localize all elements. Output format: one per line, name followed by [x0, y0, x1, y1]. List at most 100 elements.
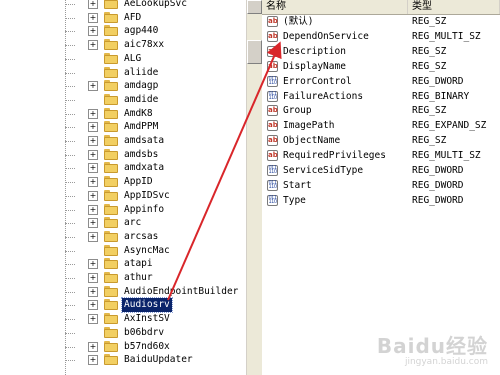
- value-name: RequiredPrivileges: [283, 150, 386, 162]
- folder-icon: [104, 230, 118, 242]
- tree-connector: [65, 264, 75, 266]
- watermark-logo: Baidu经验: [376, 334, 488, 358]
- expand-icon[interactable]: +: [88, 286, 98, 297]
- expand-icon[interactable]: +: [88, 136, 98, 146]
- tree-connector: [65, 168, 75, 170]
- value-name: ObjectName: [283, 135, 341, 147]
- tree-connector: [65, 182, 75, 184]
- value-name: DependOnService: [283, 30, 369, 42]
- value-row-type[interactable]: 011 110 Type REG_DWORD: [262, 193, 500, 208]
- tree-connector: [65, 195, 75, 197]
- value-row-[interactable]: ab (默认) REG_SZ: [262, 14, 500, 29]
- tree-connector: [65, 99, 75, 101]
- value-name: Group: [283, 105, 312, 117]
- tree-item-baiduupdater[interactable]: + BaiduUpdater: [0, 352, 246, 368]
- value-name: FailureActions: [283, 90, 364, 102]
- tree-connector: [65, 250, 75, 252]
- expand-icon[interactable]: +: [88, 314, 98, 325]
- value-type: REG_MULTI_SZ: [412, 150, 481, 162]
- folder-icon: [104, 285, 118, 297]
- value-row-errorcontrol[interactable]: 011 110 ErrorControl REG_DWORD: [262, 74, 500, 89]
- expand-icon[interactable]: +: [88, 355, 98, 366]
- value-type: REG_SZ: [412, 105, 447, 117]
- tree-item-label: BaiduUpdater: [124, 354, 193, 366]
- value-name: Start: [283, 179, 312, 191]
- value-type: REG_DWORD: [412, 165, 464, 176]
- expand-icon[interactable]: +: [88, 12, 98, 23]
- value-row-servicesidtype[interactable]: 011 110 ServiceSidType REG_DWORD: [262, 163, 500, 178]
- folder-icon: [104, 326, 118, 338]
- expand-icon[interactable]: +: [88, 273, 98, 283]
- value-name: Description: [283, 45, 346, 57]
- expand-icon[interactable]: +: [88, 204, 98, 215]
- tree-connector: [65, 305, 75, 307]
- expand-icon[interactable]: +: [88, 259, 98, 270]
- tree-connector: [65, 72, 75, 74]
- expand-icon[interactable]: +: [88, 122, 98, 133]
- value-row-start[interactable]: 011 110 Start REG_DWORD: [262, 178, 500, 193]
- folder-icon: [104, 189, 118, 201]
- folder-icon: [104, 217, 118, 229]
- folder-icon: [104, 162, 118, 174]
- value-row-description[interactable]: ab Description REG_SZ: [262, 44, 500, 59]
- expand-icon[interactable]: +: [88, 40, 98, 51]
- value-row-imagepath[interactable]: ab ImagePath REG_EXPAND_SZ: [262, 118, 500, 133]
- expand-icon[interactable]: +: [88, 177, 98, 188]
- value-row-requiredprivileges[interactable]: ab RequiredPrivileges REG_MULTI_SZ: [262, 148, 500, 163]
- registry-values-pane: 名称 类型 ab (默认) REG_SZ ab DependOnService REG_M…: [262, 0, 500, 375]
- value-row-displayname[interactable]: ab DisplayName REG_SZ: [262, 59, 500, 74]
- binary-value-icon: 011 110: [267, 194, 278, 206]
- folder-icon: [104, 39, 118, 51]
- tree-connector: [65, 31, 75, 33]
- folder-icon: [104, 93, 118, 105]
- expand-icon[interactable]: +: [88, 218, 98, 229]
- tree-connector: [65, 17, 75, 19]
- tree-scrollbar[interactable]: [246, 0, 262, 375]
- expand-icon[interactable]: +: [88, 190, 98, 201]
- folder-icon: [104, 244, 118, 256]
- folder-icon: [104, 52, 118, 64]
- tree-connector: [65, 278, 75, 279]
- tree-connector: [65, 113, 75, 115]
- value-type: REG_DWORD: [412, 194, 464, 206]
- folder-icon: [104, 148, 118, 160]
- expand-icon[interactable]: +: [88, 341, 98, 352]
- expand-icon[interactable]: +: [88, 149, 98, 160]
- folder-icon: [104, 354, 118, 366]
- scroll-thumb[interactable]: [247, 40, 262, 64]
- value-type: REG_DWORD: [412, 179, 464, 191]
- expand-icon[interactable]: +: [88, 108, 98, 119]
- string-value-icon: ab: [267, 16, 278, 27]
- tree-connector: [65, 58, 75, 60]
- folder-icon: [104, 80, 118, 92]
- string-value-icon: ab: [267, 30, 278, 42]
- value-row-failureactions[interactable]: 011 110 FailureActions REG_BINARY: [262, 89, 500, 104]
- expand-icon[interactable]: +: [88, 81, 98, 92]
- value-type: REG_MULTI_SZ: [412, 30, 481, 42]
- expand-icon[interactable]: +: [88, 231, 98, 242]
- value-name: DisplayName: [283, 60, 346, 72]
- tree-connector: [65, 346, 75, 348]
- expand-icon[interactable]: +: [88, 163, 98, 174]
- tree-connector: [65, 319, 75, 321]
- expand-icon[interactable]: +: [88, 300, 98, 311]
- folder-icon: [104, 313, 118, 325]
- binary-value-icon: 011 110: [267, 75, 278, 87]
- folder-icon: [104, 25, 118, 37]
- folder-icon: [104, 66, 118, 78]
- tree-connector: [65, 209, 75, 211]
- folder-icon: [104, 258, 118, 270]
- value-row-objectname[interactable]: ab ObjectName REG_SZ: [262, 133, 500, 148]
- value-row-group[interactable]: ab Group REG_SZ: [262, 103, 500, 118]
- folder-icon: [104, 135, 118, 146]
- folder-icon: [104, 203, 118, 215]
- value-row-dependonservice[interactable]: ab DependOnService REG_MULTI_SZ: [262, 29, 500, 44]
- scroll-up-button[interactable]: [247, 0, 262, 14]
- expand-icon[interactable]: +: [88, 26, 98, 37]
- value-name: ErrorControl: [283, 75, 352, 87]
- expand-icon[interactable]: +: [88, 0, 98, 9]
- column-header-type[interactable]: 类型: [408, 0, 500, 14]
- column-header-name[interactable]: 名称: [262, 0, 408, 14]
- value-name: ImagePath: [283, 120, 335, 132]
- tree-connector: [65, 45, 75, 47]
